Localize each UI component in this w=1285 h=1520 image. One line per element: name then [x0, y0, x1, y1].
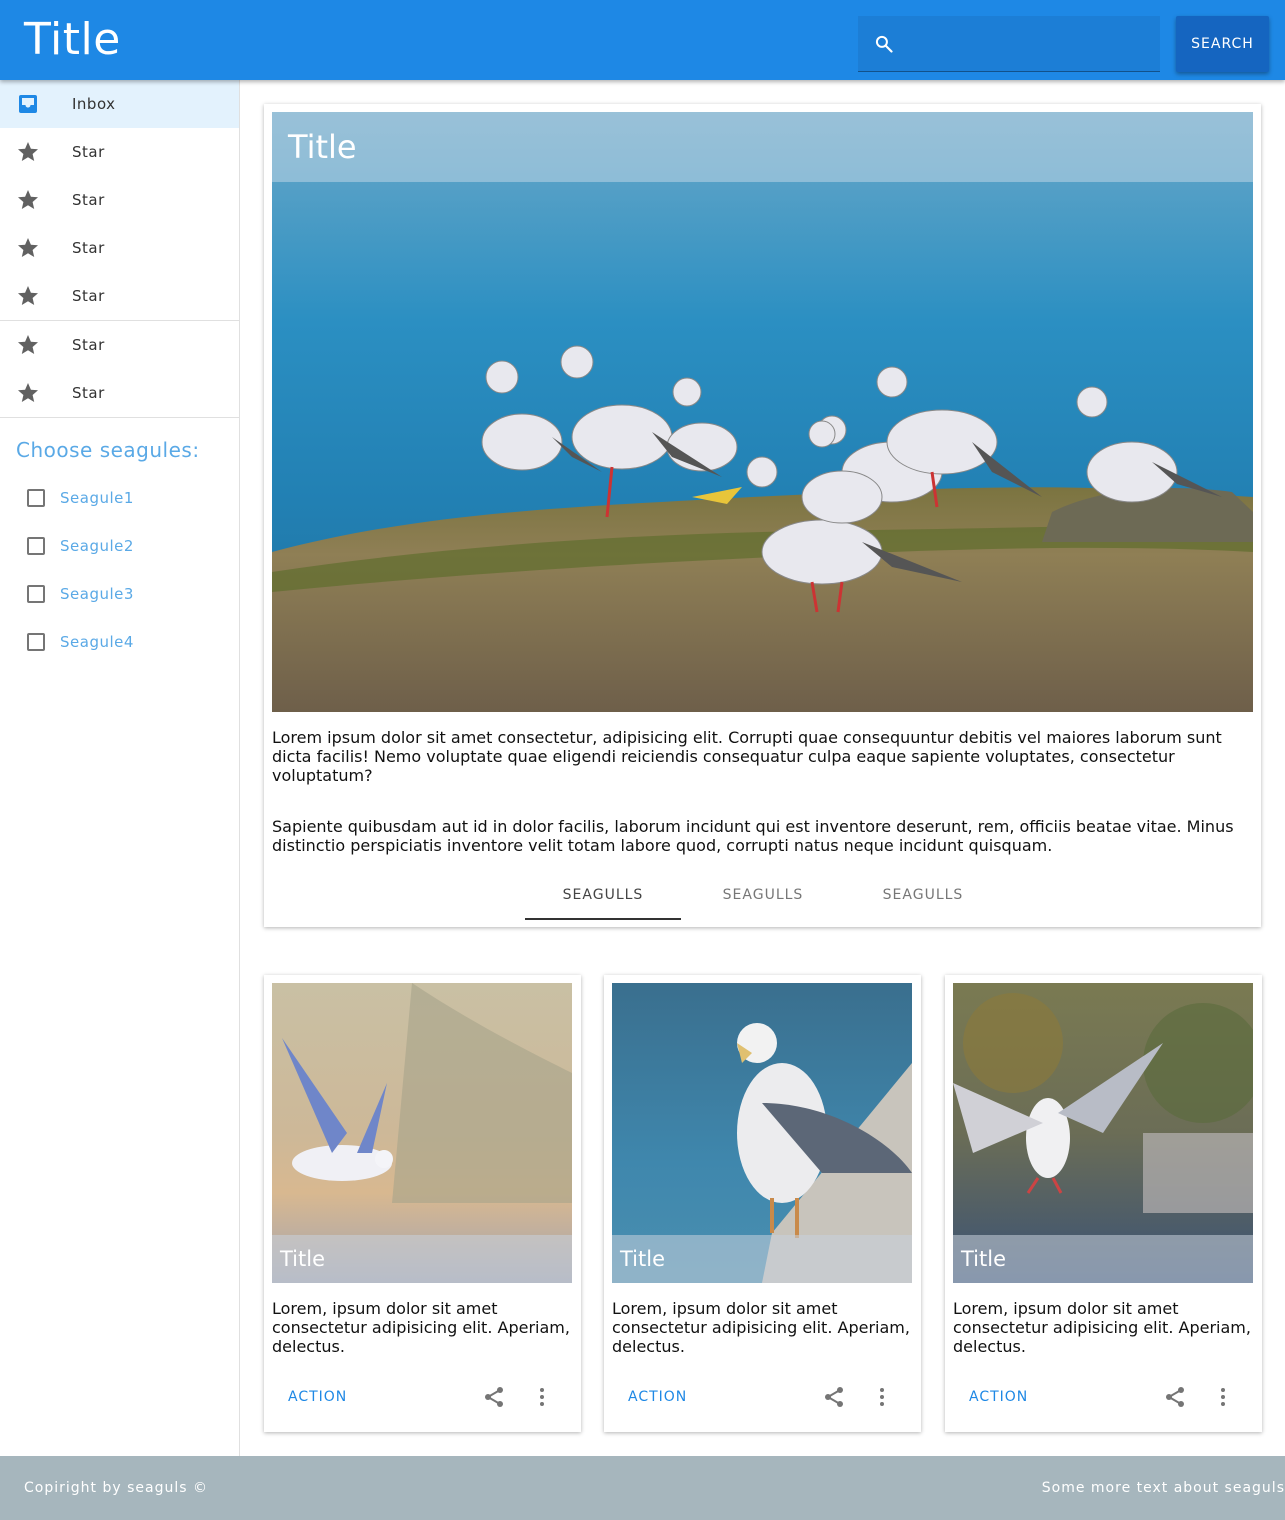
card-text: Lorem, ipsum dolor sit amet consectetur … [612, 1299, 910, 1356]
sidebar: Inbox Star Star Star Star Star Star Choo… [0, 80, 240, 1456]
paragraph: Lorem ipsum dolor sit amet consectetur, … [272, 728, 1222, 785]
action-button[interactable]: ACTION [969, 1389, 1028, 1405]
share-icon[interactable] [482, 1385, 506, 1409]
inbox-icon [19, 95, 37, 113]
star-icon [18, 383, 38, 402]
star-icon [18, 238, 38, 257]
main-card: Title Lorem ipsum dolor sit amet consect… [264, 104, 1261, 927]
card-title-bar: Title [272, 1235, 572, 1283]
search-button[interactable]: SEARCH [1176, 16, 1269, 72]
sidebar-item-star[interactable]: Star [0, 224, 239, 272]
star-icon [18, 190, 38, 209]
tab-bar: SEAGULLS SEAGULLS SEAGULLS [525, 874, 1005, 920]
sidebar-item-label: Star [72, 239, 105, 257]
checkbox-label[interactable]: Seagule1 [60, 489, 134, 507]
star-icon [18, 335, 38, 354]
choose-seagules-heading: Choose seagules: [16, 438, 200, 462]
checkbox-label[interactable]: Seagule4 [60, 633, 134, 651]
sidebar-item-star[interactable]: Star [0, 272, 239, 320]
footer: Copiright by seaguls © Some more text ab… [0, 1456, 1285, 1520]
sidebar-item-label: Star [72, 191, 105, 209]
app-bar: Title SEARCH [0, 0, 1285, 80]
card-title: Title [280, 1247, 326, 1271]
hero-title-bar: Title [272, 112, 1253, 182]
action-button[interactable]: ACTION [288, 1389, 347, 1405]
card-title: Title [620, 1247, 666, 1271]
seagulls-photo [272, 112, 1253, 712]
checkbox-item-seagule3[interactable]: Seagule3 [0, 570, 240, 618]
card-text: Lorem, ipsum dolor sit amet consectetur … [953, 1299, 1251, 1356]
search-input[interactable] [906, 26, 1146, 62]
share-icon[interactable] [822, 1385, 846, 1409]
card-title-bar: Title [953, 1235, 1253, 1283]
checkbox-item-seagule2[interactable]: Seagule2 [0, 522, 240, 570]
card-image: Title [272, 983, 572, 1283]
app-title: Title [24, 14, 121, 65]
checkbox[interactable] [27, 489, 45, 507]
sidebar-item-star[interactable]: Star [0, 128, 239, 176]
card-title: Title [961, 1247, 1007, 1271]
checkbox-label[interactable]: Seagule3 [60, 585, 134, 603]
checkbox[interactable] [27, 537, 45, 555]
more-vert-icon[interactable] [870, 1385, 894, 1409]
more-vert-icon[interactable] [1211, 1385, 1235, 1409]
card-image: Title [612, 983, 912, 1283]
sidebar-item-star[interactable]: Star [0, 321, 239, 369]
card-image: Title [953, 983, 1253, 1283]
seagull-card: Title Lorem, ipsum dolor sit amet consec… [604, 975, 921, 1432]
seagull-card: Title Lorem, ipsum dolor sit amet consec… [264, 975, 581, 1432]
main-card-title: Title [288, 128, 357, 166]
search-icon [875, 35, 893, 53]
tab-seagulls-1[interactable]: SEAGULLS [525, 874, 681, 920]
checkbox[interactable] [27, 633, 45, 651]
sidebar-item-star[interactable]: Star [0, 369, 239, 417]
sidebar-item-label: Star [72, 384, 105, 402]
checkbox[interactable] [27, 585, 45, 603]
search-field[interactable] [858, 16, 1160, 72]
star-icon [18, 142, 38, 161]
footer-note: Some more text about seaguls [1041, 1480, 1285, 1496]
checkbox-label[interactable]: Seagule2 [60, 537, 134, 555]
sidebar-item-label: Star [72, 143, 105, 161]
card-text: Lorem, ipsum dolor sit amet consectetur … [272, 1299, 570, 1356]
paragraph: Sapiente quibusdam aut id in dolor facil… [272, 817, 1234, 855]
checkbox-item-seagule4[interactable]: Seagule4 [0, 618, 240, 666]
hero-image: Title [272, 112, 1253, 712]
divider [0, 417, 239, 418]
card-title-bar: Title [612, 1235, 912, 1283]
tab-seagulls-3[interactable]: SEAGULLS [845, 874, 1001, 920]
copyright-text: Copiright by seaguls © [24, 1480, 208, 1496]
star-icon [18, 286, 38, 305]
share-icon[interactable] [1163, 1385, 1187, 1409]
sidebar-item-star[interactable]: Star [0, 176, 239, 224]
main-card-body: Lorem ipsum dolor sit amet consectetur, … [272, 728, 1253, 887]
checkbox-item-seagule1[interactable]: Seagule1 [0, 474, 240, 522]
tab-seagulls-2[interactable]: SEAGULLS [685, 874, 841, 920]
sidebar-item-label: Star [72, 336, 105, 354]
action-button[interactable]: ACTION [628, 1389, 687, 1405]
sidebar-item-label: Inbox [72, 95, 116, 113]
sidebar-item-label: Star [72, 287, 105, 305]
seagull-card: Title Lorem, ipsum dolor sit amet consec… [945, 975, 1262, 1432]
sidebar-item-inbox[interactable]: Inbox [0, 80, 239, 128]
more-vert-icon[interactable] [530, 1385, 554, 1409]
